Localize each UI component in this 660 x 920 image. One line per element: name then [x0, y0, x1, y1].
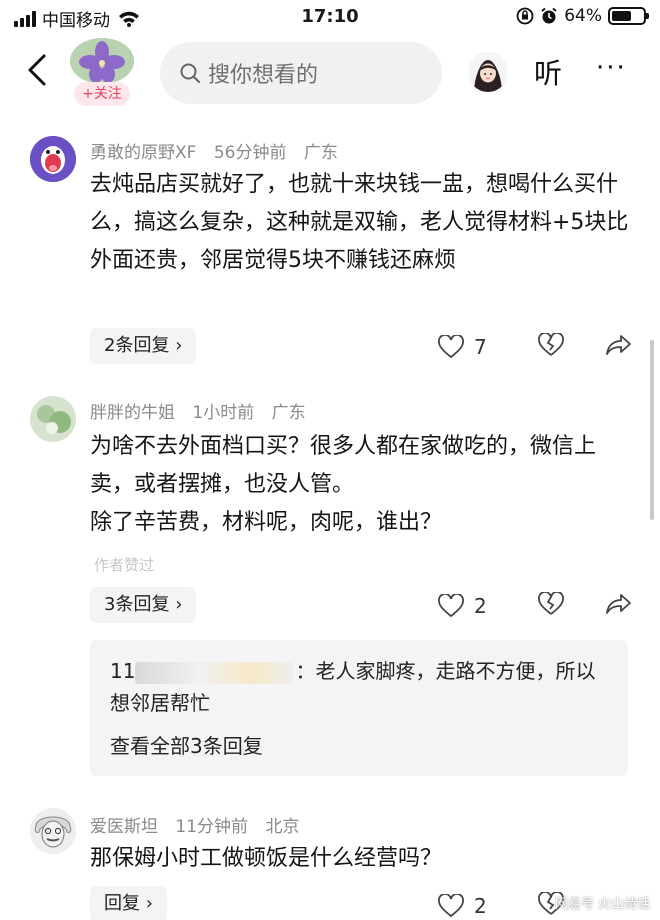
search-icon [180, 63, 200, 83]
author-avatar[interactable] [70, 38, 134, 84]
like-button[interactable]: 2 [438, 594, 538, 618]
chevron-right-icon: › [175, 335, 183, 356]
comment-actions: 7 [438, 332, 632, 361]
replies-count: 2条回复 [104, 335, 170, 356]
scrollbar[interactable] [650, 340, 654, 520]
comment-location: 北京 [265, 817, 300, 837]
like-button[interactable]: 7 [438, 335, 538, 359]
like-count: 7 [474, 335, 487, 359]
listen-button[interactable]: 听 [534, 52, 562, 92]
view-replies-button[interactable]: 2条回复 › [90, 328, 197, 364]
chevron-right-icon: › [145, 893, 153, 914]
battery-icon [608, 7, 649, 25]
comment-meta: 勇敢的原野XF 56分钟前 广东 [90, 138, 350, 163]
comment-meta: 爱医斯坦 11分钟前 北京 [90, 812, 311, 837]
commenter-avatar[interactable] [30, 136, 76, 182]
commenter-name[interactable]: 胖胖的牛姐 [90, 403, 175, 423]
comment-text: 那保姆小时工做顿饭是什么经营吗？ [90, 846, 443, 871]
reply-preview-text-cont: 想邻居帮忙 [110, 691, 210, 715]
reply-preview-text: 11 ：老人家脚疼，走路不方便，所以 [110, 654, 595, 688]
share-button[interactable] [606, 333, 632, 361]
commenter-name[interactable]: 爱医斯坦 [90, 817, 158, 837]
reply-text-part: ：老人家脚疼，走路不方便，所以 [295, 659, 596, 683]
share-button[interactable] [606, 592, 632, 620]
status-bar-right: 64% [516, 6, 649, 26]
like-count: 2 [474, 894, 487, 918]
blurred-name [135, 661, 294, 684]
alarm-icon [541, 7, 557, 24]
share-icon [606, 594, 631, 614]
dislike-button[interactable] [538, 332, 606, 361]
heart-icon [438, 335, 464, 359]
author-liked-badge: 作者赞过 [94, 556, 155, 574]
comment-text-line: 除了辛苦费，材料呢，肉呢，谁出？ [90, 510, 443, 535]
view-all-replies-link[interactable]: 查看全部3条回复 [110, 730, 263, 759]
comment-text: 去炖品店买就好了，也就十来块钱一盅，想喝什么买什么，搞这么复杂，这种就是双输，老… [90, 172, 629, 273]
battery-percent: 64% [564, 6, 602, 26]
heart-icon [438, 894, 464, 918]
user-profile-avatar[interactable] [468, 52, 508, 92]
share-icon [606, 335, 631, 355]
chevron-right-icon: › [175, 594, 183, 615]
dislike-button[interactable] [538, 591, 606, 620]
heart-icon [438, 594, 464, 618]
author-avatar-group[interactable]: +关注 [70, 38, 134, 108]
commenter-avatar[interactable] [30, 808, 76, 854]
reply-button[interactable]: 回复 › [90, 886, 167, 920]
back-arrow-icon[interactable] [22, 48, 56, 92]
comment-time: 11分钟前 [175, 817, 249, 837]
reply-preview-panel[interactable]: 11 ：老人家脚疼，走路不方便，所以 想邻居帮忙 查看全部3条回复 [90, 640, 628, 776]
search-placeholder: 搜你想看的 [208, 63, 319, 88]
broken-heart-icon [538, 332, 564, 356]
comment-meta: 胖胖的牛姐 1小时前 广东 [90, 398, 318, 423]
top-nav: +关注 搜你想看的 听 ··· [0, 34, 660, 112]
status-bar: 中国移动 17:10 64% [0, 0, 660, 34]
comment-location: 广东 [271, 403, 306, 423]
comment-time: 56分钟前 [213, 143, 287, 163]
like-button[interactable]: 2 [438, 894, 538, 918]
replies-count: 3条回复 [104, 594, 170, 615]
broken-heart-icon [538, 591, 564, 615]
follow-button[interactable]: +关注 [74, 82, 130, 106]
comment-location: 广东 [303, 143, 338, 163]
reply-author-name[interactable]: 11 [110, 659, 135, 683]
comment-text-line: 为啥不去外面档口买？很多人都在家做吃的，微信上卖，或者摆摊，也没人管。 [90, 434, 597, 497]
comment-text: 为啥不去外面档口买？很多人都在家做吃的，微信上卖，或者摆摊，也没人管。 除了辛苦… [90, 428, 630, 542]
commenter-avatar[interactable] [30, 396, 76, 442]
like-count: 2 [474, 594, 487, 618]
comment-actions: 2 [438, 591, 632, 620]
orientation-lock-icon [516, 7, 534, 25]
more-options-button[interactable]: ··· [596, 55, 627, 81]
commenter-name[interactable]: 勇敢的原野XF [90, 143, 196, 163]
watermark-text: 网易号 火山诗话 [554, 897, 650, 912]
search-bar[interactable]: 搜你想看的 [160, 42, 442, 104]
comment-time: 1小时前 [192, 403, 255, 423]
reply-label: 回复 [104, 893, 140, 914]
view-replies-button[interactable]: 3条回复 › [90, 587, 197, 623]
